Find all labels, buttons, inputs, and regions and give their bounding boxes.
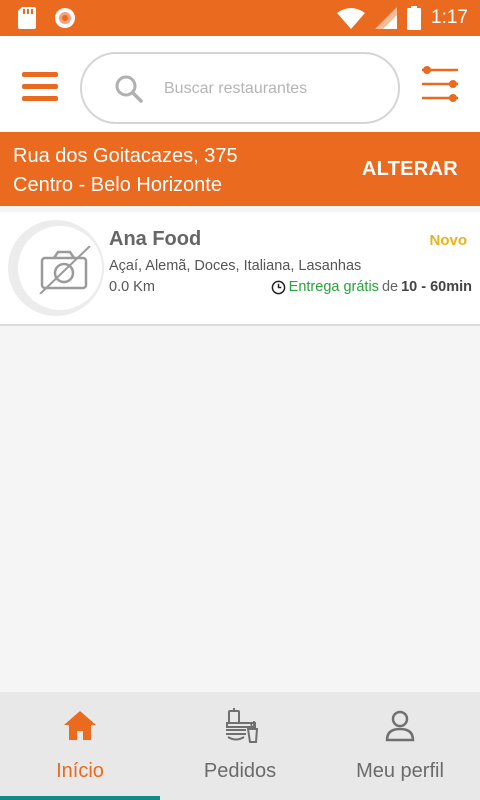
clock-time: 1:17	[431, 7, 468, 28]
delivery-info: Entrega grátis de 10 - 60min	[271, 279, 472, 295]
delivery-time: 10 - 60min	[401, 279, 472, 295]
search-input[interactable]	[164, 76, 384, 102]
change-address-button[interactable]: ALTERAR	[362, 158, 458, 181]
sd-card-icon	[18, 7, 36, 29]
address-neighborhood-city: Centro - Belo Horizonte	[13, 174, 222, 196]
delivery-address-bar: Rua dos Goitacazes, 375 Centro - Belo Ho…	[0, 132, 480, 206]
food-combo-icon	[226, 708, 258, 743]
nav-label-home: Início	[56, 760, 104, 782]
home-icon	[64, 711, 96, 740]
wifi-icon	[337, 8, 366, 29]
restaurant-card[interactable]: Ana Food Novo Açaí, Alemã, Doces, Italia…	[0, 212, 480, 326]
search-icon	[115, 75, 143, 103]
delivery-connector: de	[381, 279, 399, 295]
new-badge: Novo	[429, 232, 468, 249]
restaurant-distance: 0.0 Km	[109, 279, 155, 295]
status-bar: 1:17	[0, 0, 480, 36]
nav-item-profile[interactable]: Meu perfil	[320, 692, 480, 800]
app-header	[0, 36, 480, 132]
nav-item-orders[interactable]: Pedidos	[160, 692, 320, 800]
filter-sliders-icon[interactable]	[420, 64, 460, 104]
restaurant-name: Ana Food	[109, 228, 202, 250]
nav-label-profile: Meu perfil	[356, 760, 444, 782]
user-icon	[385, 710, 415, 742]
search-bar[interactable]	[80, 52, 400, 124]
battery-icon	[407, 6, 422, 30]
record-icon	[55, 8, 75, 28]
clock-icon	[271, 280, 285, 294]
hamburger-menu-icon[interactable]	[22, 72, 58, 102]
active-tab-indicator	[0, 796, 160, 800]
nav-label-orders: Pedidos	[203, 760, 277, 782]
address-street: Rua dos Goitacazes, 375	[13, 145, 238, 167]
restaurant-categories: Açaí, Alemã, Doces, Italiana, Lasanhas	[109, 258, 362, 274]
nav-item-home[interactable]: Início	[0, 692, 160, 800]
no-photo-camera-icon	[39, 246, 91, 294]
restaurant-image	[8, 220, 104, 316]
signal-icon	[375, 7, 398, 29]
free-delivery-label: Entrega grátis	[288, 279, 379, 295]
bottom-navigation: Início Pedidos Meu perfil	[0, 692, 480, 800]
